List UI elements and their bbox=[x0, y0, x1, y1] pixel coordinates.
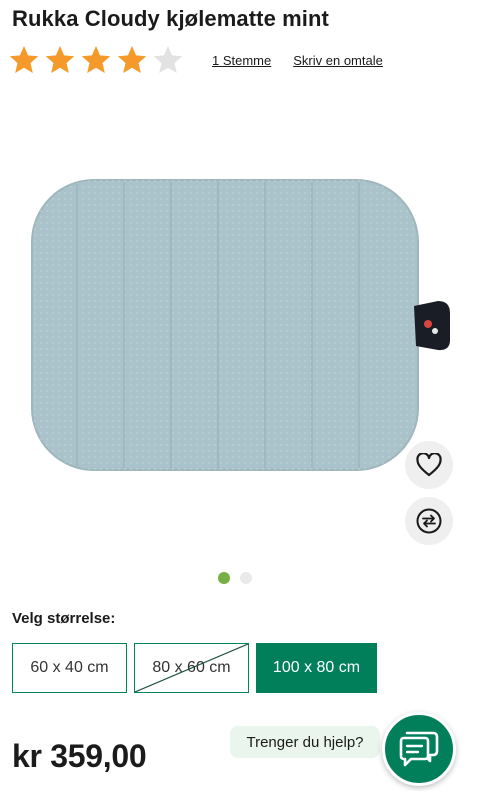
star-filled-icon bbox=[117, 46, 147, 73]
star-filled-icon bbox=[9, 46, 39, 73]
rating-row: 1 Stemme Skriv en omtale bbox=[8, 42, 383, 78]
star-filled-icon bbox=[45, 46, 75, 73]
compare-arrows-icon bbox=[416, 508, 442, 534]
size-label: Velg størrelse: bbox=[12, 610, 116, 627]
product-image bbox=[31, 179, 450, 471]
gallery-dot[interactable] bbox=[240, 572, 252, 584]
heart-icon bbox=[416, 453, 442, 477]
compare-button[interactable] bbox=[405, 497, 453, 545]
gallery-dot-active[interactable] bbox=[218, 572, 230, 584]
size-options: 60 x 40 cm 80 x 60 cm 100 x 80 cm bbox=[12, 643, 377, 693]
size-option-80x60-unavailable[interactable]: 80 x 60 cm bbox=[134, 643, 249, 693]
chat-button[interactable] bbox=[382, 712, 456, 786]
size-option-100x80-selected[interactable]: 100 x 80 cm bbox=[256, 643, 377, 693]
star-filled-icon bbox=[81, 46, 111, 73]
star-empty-icon bbox=[153, 46, 183, 73]
product-price: kr 359,00 bbox=[12, 738, 147, 774]
write-review-link[interactable]: Skriv en omtale bbox=[293, 53, 383, 68]
product-title: Rukka Cloudy kjølematte mint bbox=[12, 6, 329, 31]
size-option-label: 80 x 60 cm bbox=[152, 659, 231, 676]
chat-icon bbox=[399, 731, 439, 767]
favorite-button[interactable] bbox=[405, 441, 453, 489]
help-bubble[interactable]: Trenger du hjelp? bbox=[230, 726, 380, 758]
product-gallery[interactable] bbox=[14, 100, 466, 552]
size-option-60x40[interactable]: 60 x 40 cm bbox=[12, 643, 127, 693]
star-rating bbox=[8, 44, 184, 76]
gallery-pagination bbox=[218, 572, 252, 584]
votes-link[interactable]: 1 Stemme bbox=[212, 53, 271, 68]
